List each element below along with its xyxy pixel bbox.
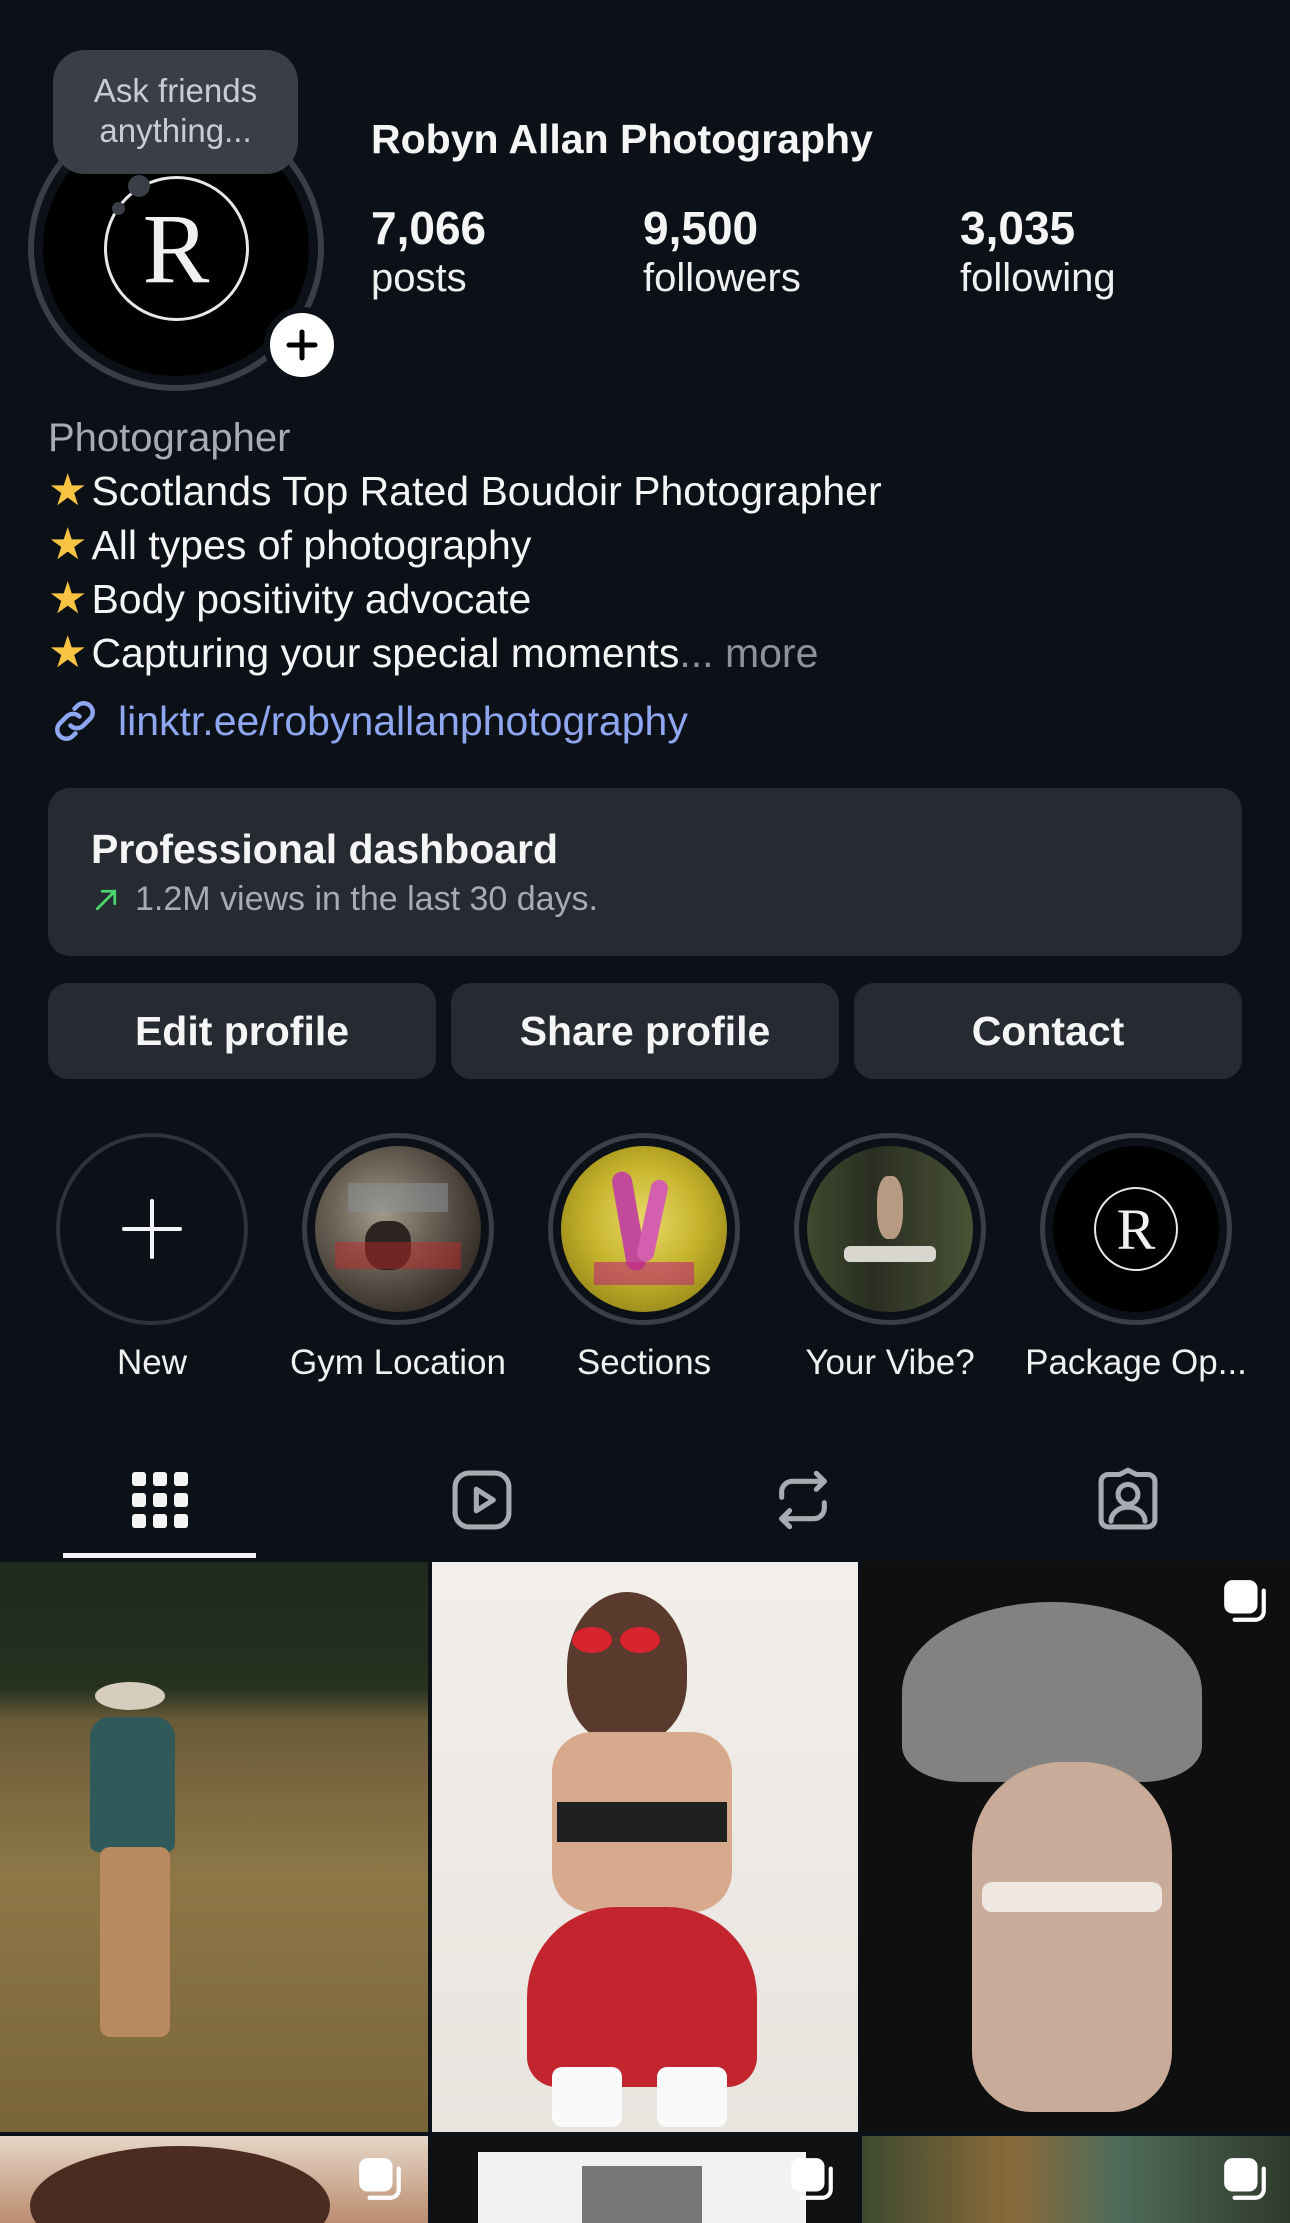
highlight-label: New [116, 1343, 188, 1382]
post-thumbnail[interactable] [862, 2136, 1290, 2223]
note-bubble-tail-small [112, 202, 125, 215]
add-story-button[interactable] [264, 307, 340, 383]
avatar-logo: R [103, 175, 249, 321]
stat-following[interactable]: 3,035 following [960, 202, 1116, 302]
tab-tagged[interactable] [1031, 1440, 1224, 1560]
dashboard-views-text: 1.2M views in the last 30 days. [135, 880, 599, 918]
posts-grid [0, 1562, 1290, 2223]
tab-reposts[interactable] [706, 1440, 899, 1560]
post-thumbnail[interactable] [432, 2136, 858, 2223]
highlight-package-options[interactable]: R Package Op... [1021, 1133, 1251, 1383]
star-icon: ★ [48, 574, 88, 623]
carousel-icon [791, 2158, 833, 2200]
highlight-ring [548, 1133, 740, 1325]
carousel-icon [359, 2158, 401, 2200]
profile-name: Robyn Allan Photography [371, 116, 873, 162]
profile-tabs [0, 1440, 1290, 1560]
bio-line: ★Body positivity advocate [48, 572, 1248, 626]
stat-followers-value: 9,500 [643, 202, 759, 254]
reels-icon [452, 1470, 511, 1530]
highlight-label: Your Vibe? [805, 1343, 975, 1382]
highlight-cover-image [315, 1146, 481, 1312]
bio-link-text[interactable]: linktr.ee/robynallanphotography [118, 698, 688, 745]
stat-followers[interactable]: 9,500 followers [643, 202, 801, 302]
stat-posts[interactable]: 7,066 posts [371, 202, 486, 302]
bio-line-text: Body positivity advocate [91, 576, 532, 622]
stat-following-label: following [960, 256, 1116, 300]
note-bubble-tail [128, 175, 150, 197]
highlight-new[interactable]: New [37, 1133, 267, 1383]
dashboard-subtitle: 1.2M views in the last 30 days. [91, 880, 1242, 919]
highlight-gym-location[interactable]: Gym Location [283, 1133, 513, 1383]
highlight-ring: R [1040, 1133, 1232, 1325]
bio-category: Photographer [48, 416, 291, 460]
professional-dashboard[interactable]: Professional dashboard 1.2M views in the… [48, 788, 1242, 956]
stat-posts-value: 7,066 [371, 202, 487, 254]
highlight-label: Package Op... [1025, 1343, 1247, 1382]
contact-button[interactable]: Contact [854, 983, 1242, 1079]
dashboard-title: Professional dashboard [91, 826, 559, 872]
note-bubble[interactable]: Ask friends anything... [53, 50, 298, 174]
avatar-letter: R [142, 192, 210, 304]
star-icon: ★ [48, 466, 88, 515]
post-thumbnail[interactable] [0, 1562, 428, 2132]
share-profile-button[interactable]: Share profile [451, 983, 839, 1079]
stat-following-value: 3,035 [960, 202, 1076, 254]
bio-line: ★Scotlands Top Rated Boudoir Photographe… [48, 464, 1248, 518]
carousel-icon [1224, 2158, 1266, 2200]
post-thumbnail[interactable] [432, 1562, 858, 2132]
highlight-label: Sections [576, 1343, 712, 1382]
bio-line: ★All types of photography [48, 518, 1248, 572]
plus-icon [122, 1199, 182, 1259]
bio-line-text: Capturing your special moments [91, 630, 680, 676]
link-icon [55, 701, 95, 741]
avatar-letter: R [1116, 1196, 1156, 1262]
tab-reels[interactable] [385, 1440, 578, 1560]
trend-up-icon [95, 889, 117, 910]
highlight-label: Gym Location [290, 1343, 506, 1382]
highlight-cover-image [807, 1146, 973, 1312]
tab-grid[interactable] [63, 1440, 256, 1560]
bio-more-link[interactable]: ... more [679, 630, 818, 676]
note-text: Ask friends anything... [93, 72, 258, 149]
post-thumbnail[interactable] [862, 1562, 1290, 2132]
edit-profile-button[interactable]: Edit profile [48, 983, 436, 1079]
bio: Photographer ★Scotlands Top Rated Boudoi… [48, 412, 1248, 748]
highlight-cover-image [561, 1146, 727, 1312]
active-tab-indicator [63, 1553, 256, 1558]
highlight-ring [56, 1133, 248, 1325]
plus-icon [286, 329, 318, 361]
reposts-icon [778, 1470, 827, 1530]
grid-icon [131, 1472, 188, 1528]
avatar-logo: R [1094, 1187, 1178, 1271]
post-thumbnail[interactable] [0, 2136, 428, 2223]
bio-line-text: All types of photography [91, 522, 532, 568]
highlight-ring [794, 1133, 986, 1325]
bio-line-text: Scotlands Top Rated Boudoir Photographer [91, 468, 882, 514]
highlight-your-vibe[interactable]: Your Vibe? [775, 1133, 1005, 1383]
stat-followers-label: followers [643, 256, 801, 300]
star-icon: ★ [48, 520, 88, 569]
carousel-icon [1224, 1580, 1266, 1622]
bio-link[interactable]: linktr.ee/robynallanphotography [48, 694, 1248, 748]
highlight-ring [302, 1133, 494, 1325]
highlight-cover-image: R [1053, 1146, 1219, 1312]
stat-posts-label: posts [371, 256, 467, 300]
star-icon: ★ [48, 628, 88, 677]
tagged-icon [1098, 1467, 1157, 1530]
bio-line: ★Capturing your special moments... more [48, 626, 1248, 680]
highlight-sections[interactable]: Sections [529, 1133, 759, 1383]
